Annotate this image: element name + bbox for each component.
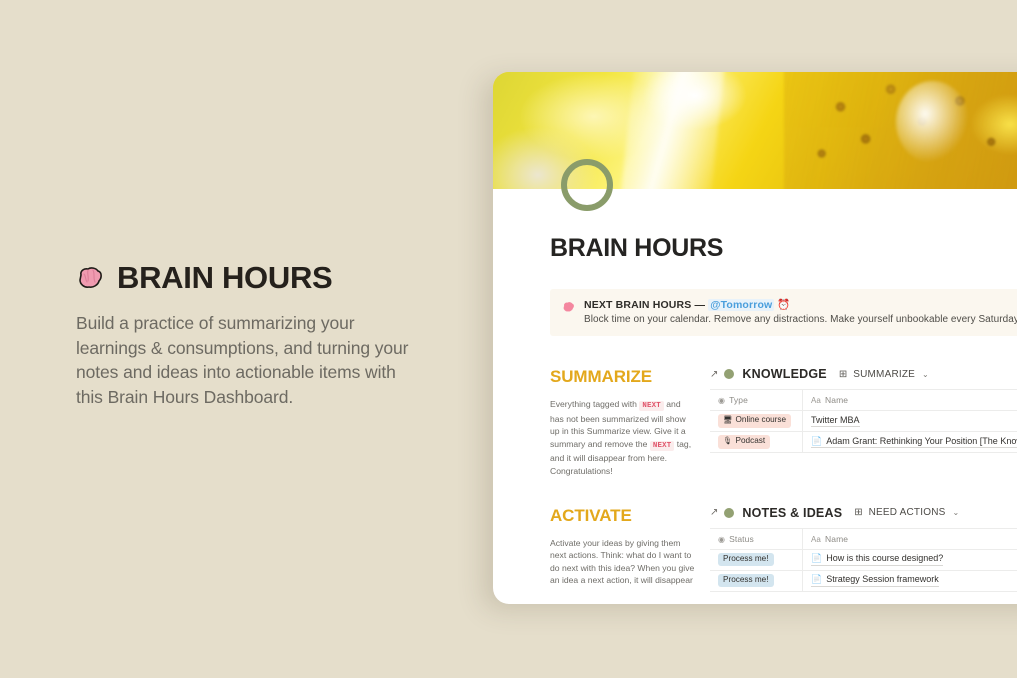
column-label: Status bbox=[729, 533, 754, 544]
open-link-icon[interactable]: ↗ bbox=[710, 507, 718, 518]
callout-label: NEXT BRAIN HOURS — bbox=[584, 299, 706, 311]
title-property-icon: Aa bbox=[811, 396, 821, 405]
desc-part-1: Everything tagged with bbox=[550, 399, 640, 409]
callout-block: NEXT BRAIN HOURS — @Tomorrow ⏰ Block tim… bbox=[550, 289, 1017, 336]
type-label: Podcast bbox=[735, 436, 766, 446]
knowledge-table: ◉ Type Aa Name 🖥 Online course Twitter MBA bbox=[710, 389, 1017, 453]
table-header-row: ◉Status AaName ↗Task bbox=[710, 527, 1017, 550]
page-link[interactable]: Twitter MBA bbox=[811, 415, 860, 428]
document-icon: 📄 bbox=[811, 435, 823, 446]
status-badge: Process me! bbox=[718, 552, 774, 567]
database-title[interactable]: KNOWLEDGE bbox=[742, 367, 826, 381]
document-icon: 📄 bbox=[811, 574, 823, 585]
section-activate: ACTIVATE Activate your ideas by giving t… bbox=[550, 506, 1017, 592]
row-title: How is this course designed? bbox=[826, 553, 944, 564]
date-mention[interactable]: @Tomorrow bbox=[708, 299, 775, 311]
table-row[interactable]: Process me! 📄 How is this course designed… bbox=[710, 548, 1017, 571]
column-label: Type bbox=[729, 395, 748, 405]
monitor-icon: 🖥 bbox=[723, 415, 733, 425]
database-knowledge: ↗ KNOWLEDGE ⊞ SUMMARIZE ⌄ ◉Type Aa Name bbox=[710, 367, 1017, 478]
section-description: Everything tagged with NEXT and has not … bbox=[550, 398, 696, 478]
section-heading: SUMMARIZE bbox=[550, 367, 653, 386]
section-summarize-text: SUMMARIZE Everything tagged with NEXT an… bbox=[550, 367, 710, 478]
table-header-row: ◉ Type Aa Name bbox=[710, 389, 1017, 411]
green-circle-ring-icon[interactable] bbox=[561, 159, 613, 211]
table-row[interactable]: 🎙 Podcast 📄 Adam Grant: Rethinking Your Po… bbox=[710, 431, 1017, 453]
brain-emoji-icon bbox=[76, 266, 104, 290]
page-link[interactable]: 📄 How is this course designed? bbox=[811, 553, 944, 566]
row-title: Adam Grant: Rethinking Your Position [Th… bbox=[826, 435, 1017, 446]
column-label: Name bbox=[825, 395, 849, 405]
database-view-name[interactable]: SUMMARIZE bbox=[853, 369, 915, 380]
table-row[interactable]: 🖥 Online course Twitter MBA bbox=[710, 410, 1017, 432]
cover-gloss-highlight bbox=[618, 72, 726, 189]
notes-ideas-table: ◉Status AaName ↗Task Process me! bbox=[710, 527, 1017, 592]
select-property-icon: ◉ bbox=[718, 534, 726, 544]
open-link-icon[interactable]: ↗ bbox=[710, 369, 718, 380]
cover-gloss-highlight-2 bbox=[896, 81, 969, 164]
cell-status[interactable]: Process me! bbox=[710, 548, 803, 571]
section-heading: ACTIVATE bbox=[550, 505, 632, 525]
column-header-name[interactable]: Aa Name bbox=[802, 527, 1017, 550]
cell-name[interactable]: 📄 How is this course designed? bbox=[802, 548, 1017, 571]
callout-body: Block time on your calendar. Remove any … bbox=[584, 314, 1017, 325]
notion-page-card: BRAIN HOURS NEXT BRAIN HOURS — @Tomorrow… bbox=[493, 72, 1017, 604]
column-header-status[interactable]: ◉ Status bbox=[710, 527, 803, 550]
database-color-dot-icon bbox=[724, 369, 735, 379]
inline-tag-next-2: NEXT bbox=[649, 440, 675, 451]
alarm-clock-icon: ⏰ bbox=[777, 299, 791, 311]
database-header: ↗ KNOWLEDGE ⊞ SUMMARIZE ⌄ bbox=[710, 367, 1017, 381]
section-activate-text: ACTIVATE Activate your ideas by giving t… bbox=[550, 506, 710, 592]
table-row[interactable]: Process me! 📄 Strategy Session framework … bbox=[710, 569, 1017, 592]
row-title: Strategy Session framework bbox=[826, 574, 939, 585]
inline-tag-next-1: NEXT bbox=[639, 401, 664, 411]
callout-brain-emoji-icon bbox=[562, 300, 575, 312]
table-view-icon: ⊞ bbox=[854, 507, 863, 519]
type-label: Online course bbox=[735, 415, 787, 425]
microphone-icon: 🎙 bbox=[723, 436, 733, 446]
cell-type[interactable]: 🎙 Podcast bbox=[710, 431, 803, 453]
select-property-icon: ◉ bbox=[718, 396, 726, 405]
document-icon: 📄 bbox=[811, 553, 823, 564]
database-view-name[interactable]: NEED ACTIONS bbox=[869, 507, 946, 518]
promo-description: Build a practice of summarizing your lea… bbox=[76, 313, 409, 407]
column-header-name[interactable]: Aa Name bbox=[802, 389, 1017, 411]
chevron-down-icon[interactable]: ⌄ bbox=[952, 508, 959, 517]
database-color-dot-icon bbox=[724, 507, 735, 518]
type-badge: 🖥 Online course bbox=[718, 414, 792, 428]
row-title: Twitter MBA bbox=[811, 414, 860, 425]
page-link[interactable]: 📄 Strategy Session framework bbox=[811, 574, 939, 587]
database-title[interactable]: NOTES & IDEAS bbox=[742, 506, 842, 520]
database-header: ↗ NOTES & IDEAS ⊞ NEED ACTIONS ⌄ bbox=[710, 506, 1017, 520]
page-title: BRAIN HOURS bbox=[117, 260, 333, 295]
chevron-down-icon[interactable]: ⌄ bbox=[922, 370, 929, 379]
cell-status[interactable]: Process me! bbox=[710, 569, 803, 592]
page-link[interactable]: 📄 Adam Grant: Rethinking Your Position [T… bbox=[811, 436, 1017, 449]
cell-type[interactable]: 🖥 Online course bbox=[710, 410, 803, 432]
title-property-icon: Aa bbox=[811, 534, 821, 544]
column-header-type[interactable]: ◉ Type bbox=[710, 389, 803, 411]
page-body: BRAIN HOURS NEXT BRAIN HOURS — @Tomorrow… bbox=[493, 189, 1017, 592]
cell-name[interactable]: Twitter MBA bbox=[802, 410, 1017, 432]
cell-name[interactable]: 📄 Strategy Session framework bbox=[802, 569, 1017, 592]
callout-text: NEXT BRAIN HOURS — @Tomorrow ⏰ Block tim… bbox=[584, 298, 1017, 325]
column-label: Name bbox=[825, 533, 849, 544]
table-view-icon: ⊞ bbox=[838, 368, 848, 380]
section-summarize: SUMMARIZE Everything tagged with NEXT an… bbox=[550, 367, 1017, 478]
type-badge: 🎙 Podcast bbox=[718, 435, 771, 449]
promo-title-row: BRAIN HOURS bbox=[76, 262, 416, 293]
section-description: Activate your ideas by giving them next … bbox=[550, 537, 695, 586]
cell-name[interactable]: 📄 Adam Grant: Rethinking Your Position [T… bbox=[802, 431, 1017, 453]
database-notes-ideas: ↗ NOTES & IDEAS ⊞ NEED ACTIONS ⌄ ◉ Status… bbox=[710, 506, 1017, 592]
promo-panel: BRAIN HOURS Build a practice of summariz… bbox=[76, 262, 416, 409]
notion-page-title: BRAIN HOURS bbox=[550, 234, 724, 262]
callout-heading: NEXT BRAIN HOURS — @Tomorrow ⏰ bbox=[584, 298, 1017, 311]
status-badge: Process me! bbox=[718, 573, 774, 588]
